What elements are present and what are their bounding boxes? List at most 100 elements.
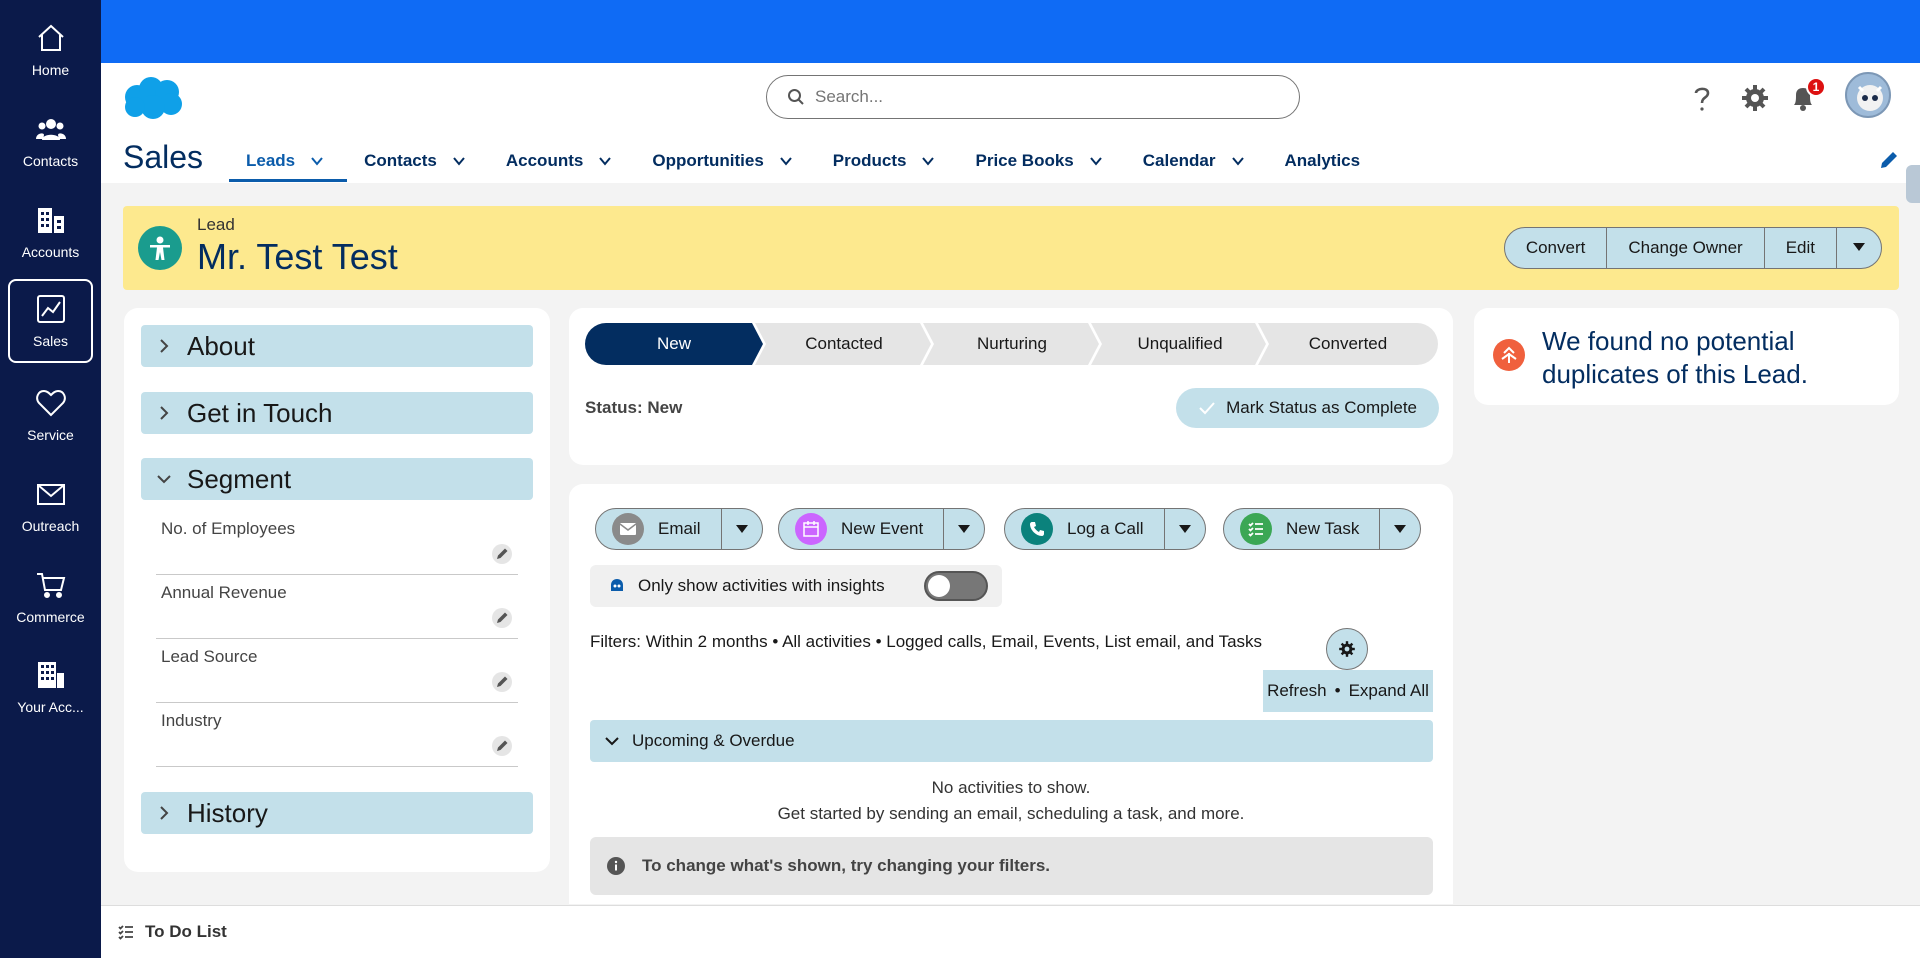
email-button[interactable]: Email: [596, 509, 722, 549]
pencil-edit-icon[interactable]: [491, 543, 513, 565]
nav-tab-label: Opportunities: [652, 151, 764, 170]
insights-toggle[interactable]: [924, 571, 988, 601]
field-label: Annual Revenue: [161, 583, 287, 602]
section-segment[interactable]: Segment: [141, 458, 533, 500]
section-about[interactable]: About: [141, 325, 533, 367]
new-task-dropdown-button[interactable]: [1380, 509, 1420, 549]
field-label: No. of Employees: [161, 519, 296, 538]
search-icon: [788, 89, 804, 105]
app-nav-rail: Home Contacts Accounts Sales Service Out…: [0, 0, 101, 958]
chevron-down-icon[interactable]: [920, 153, 936, 169]
new-event-button[interactable]: New Event: [779, 509, 945, 549]
calendar-icon: [795, 513, 827, 545]
rail-item-your-account[interactable]: Your Acc...: [8, 645, 93, 729]
heart-icon: [35, 389, 66, 417]
app-name: Sales: [123, 139, 204, 175]
rail-item-accounts[interactable]: Accounts: [8, 190, 93, 274]
chevron-down-icon[interactable]: [309, 153, 325, 169]
chevron-down-icon[interactable]: [597, 153, 613, 169]
log-a-call-dropdown-button[interactable]: [1165, 509, 1205, 549]
rail-item-outreach[interactable]: Outreach: [8, 464, 93, 548]
duplicates-message: We found no potential duplicates of this…: [1542, 326, 1808, 389]
nav-tab-leads[interactable]: Leads: [229, 143, 348, 182]
chevron-down-icon[interactable]: [451, 153, 467, 169]
building-grid-icon: [37, 662, 64, 688]
refresh-link[interactable]: Refresh: [1267, 681, 1327, 701]
search-input[interactable]: [815, 87, 1255, 107]
path-stage-converted[interactable]: Converted: [1265, 323, 1431, 365]
field-label: Industry: [161, 711, 222, 730]
rail-item-home[interactable]: Home: [8, 8, 93, 92]
section-title: Get in Touch: [187, 397, 333, 428]
pencil-edit-icon[interactable]: [491, 735, 513, 757]
more-actions-button[interactable]: [1837, 228, 1881, 268]
global-header: 1 Sales Leads Contacts Accounts Opportun…: [101, 63, 1920, 183]
expand-all-link[interactable]: Expand All: [1349, 681, 1429, 701]
rail-item-sales[interactable]: Sales: [8, 279, 93, 363]
checkmark-icon: [1199, 402, 1215, 415]
todo-list-button[interactable]: To Do List: [145, 922, 227, 942]
log-a-call-button-label: Log a Call: [1067, 519, 1144, 538]
rail-item-label: Accounts: [21, 244, 80, 260]
insights-icon: [611, 579, 623, 591]
nav-tab-price-books[interactable]: Price Books: [958, 143, 1125, 179]
user-avatar[interactable]: [1845, 72, 1891, 118]
nav-tab-label: Accounts: [505, 151, 584, 170]
section-history[interactable]: History: [141, 792, 533, 834]
edit-nav-pencil-icon[interactable]: [1878, 149, 1900, 171]
filters-summary: Filters: Within 2 months • All activitie…: [590, 632, 1263, 651]
nav-tab-calendar[interactable]: Calendar: [1126, 143, 1268, 179]
salesforce-cloud-logo[interactable]: [121, 75, 185, 121]
duplicates-card: We found no potential duplicates of this…: [1474, 308, 1899, 405]
log-a-call-button[interactable]: Log a Call: [1005, 509, 1165, 549]
filter-hint: To change what's shown, try changing you…: [590, 837, 1433, 895]
settings-gear-icon[interactable]: [1740, 83, 1770, 113]
nav-tab-label: Calendar: [1142, 151, 1216, 170]
people-icon: [35, 119, 66, 140]
convert-button[interactable]: Convert: [1505, 228, 1608, 268]
global-search[interactable]: [766, 75, 1300, 119]
nav-tab-products[interactable]: Products: [816, 143, 959, 179]
rail-item-label: Outreach: [21, 518, 80, 534]
filter-hint-text: To change what's shown, try changing you…: [642, 856, 1050, 875]
filter-settings-button[interactable]: [1326, 628, 1368, 670]
rail-item-label: Your Acc...: [17, 699, 84, 715]
rail-item-contacts[interactable]: Contacts: [8, 99, 93, 183]
help-icon[interactable]: [1687, 83, 1717, 113]
chevron-down-icon[interactable]: [778, 153, 794, 169]
mail-icon: [36, 484, 65, 505]
nav-tab-analytics[interactable]: Analytics: [1268, 143, 1383, 179]
caret-down-icon: [1394, 525, 1407, 533]
section-get-in-touch[interactable]: Get in Touch: [141, 392, 533, 434]
field-annual-revenue: Annual Revenue: [156, 575, 518, 639]
path-stage-unqualified[interactable]: Unqualified: [1097, 323, 1263, 365]
rail-item-label: Commerce: [16, 609, 85, 625]
notifications-button[interactable]: 1: [1788, 77, 1826, 113]
path-stage-nurturing[interactable]: Nurturing: [929, 323, 1095, 365]
nav-tab-label: Products: [832, 151, 907, 170]
chevron-down-icon[interactable]: [1088, 153, 1104, 169]
nav-tab-accounts[interactable]: Accounts: [489, 143, 635, 179]
nav-tab-opportunities[interactable]: Opportunities: [635, 143, 815, 179]
nav-tab-contacts[interactable]: Contacts: [347, 143, 489, 179]
duplicates-icon: [1493, 339, 1525, 371]
chevron-down-icon: [605, 737, 619, 746]
rail-item-commerce[interactable]: Commerce: [8, 555, 93, 639]
separator: •: [1334, 681, 1341, 700]
upcoming-overdue-section[interactable]: Upcoming & Overdue: [590, 720, 1433, 762]
rail-item-service[interactable]: Service: [8, 373, 93, 457]
email-dropdown-button[interactable]: [722, 509, 762, 549]
pencil-edit-icon[interactable]: [491, 671, 513, 693]
side-panel-toggle[interactable]: [1906, 165, 1920, 203]
status-path: New Contacted Nurturing Unqualified Conv…: [585, 323, 1438, 365]
path-stage-new[interactable]: New: [585, 323, 763, 365]
path-stage-contacted[interactable]: Contacted: [761, 323, 927, 365]
mark-status-complete-button[interactable]: Mark Status as Complete: [1176, 388, 1439, 428]
new-task-button[interactable]: New Task: [1224, 509, 1381, 549]
pencil-edit-icon[interactable]: [491, 607, 513, 629]
chevron-down-icon[interactable]: [1230, 153, 1246, 169]
change-owner-button[interactable]: Change Owner: [1607, 228, 1765, 268]
new-event-dropdown-button[interactable]: [944, 509, 984, 549]
edit-button[interactable]: Edit: [1765, 228, 1837, 268]
new-event-button-label: New Event: [841, 519, 924, 538]
